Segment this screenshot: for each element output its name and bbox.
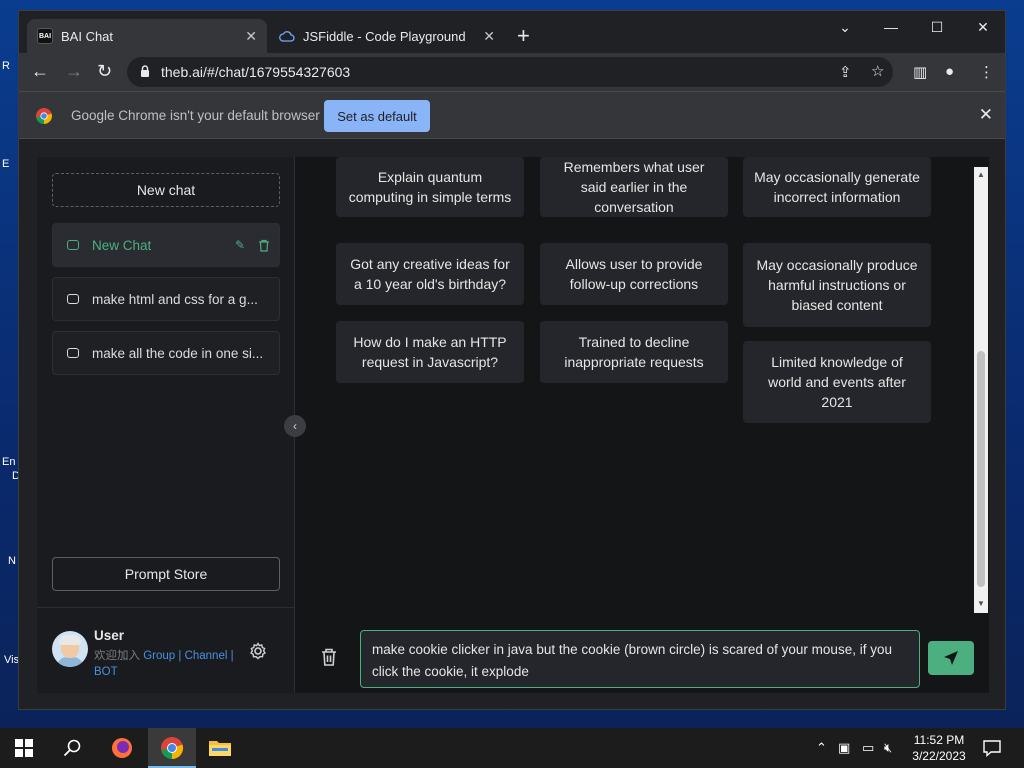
chat-item[interactable]: make html and css for a g...	[52, 277, 280, 321]
tab-strip: BAI BAI Chat ✕ JSFiddle - Code Playgroun…	[19, 11, 1005, 53]
capability-card: Remembers what user said earlier in the …	[540, 157, 728, 217]
new-chat-button[interactable]: New chat	[52, 173, 280, 207]
user-links: 欢迎加入 Group | Channel | BOT	[94, 648, 244, 680]
desktop-label: Vis	[4, 654, 20, 666]
example-card[interactable]: Got any creative ideas for a 10 year old…	[336, 243, 524, 305]
back-arrow-icon[interactable]: ←	[31, 61, 49, 81]
link-separator: |	[227, 650, 234, 662]
tab-title: JSFiddle - Code Playground	[303, 28, 466, 44]
reload-icon[interactable]: ↻	[97, 61, 112, 81]
scroll-down-arrow-icon[interactable]: ▼	[977, 599, 985, 608]
capability-card: Trained to decline inappropriate request…	[540, 321, 728, 383]
network-icon[interactable]: ▭	[862, 740, 874, 756]
tab-search-icon[interactable]: ⌄	[822, 19, 868, 36]
bai-favicon-icon: BAI	[37, 28, 53, 44]
bookmark-star-icon[interactable]: ☆	[871, 62, 884, 80]
clock-date: 3/22/2023	[912, 749, 966, 763]
notification-icon[interactable]	[982, 738, 1002, 758]
send-arrow-icon	[944, 651, 958, 665]
limitation-card: May occasionally generate incorrect info…	[743, 157, 931, 217]
windows-start-icon[interactable]	[14, 738, 34, 758]
desktop-label: E	[2, 158, 10, 170]
group-link[interactable]: Group	[143, 650, 175, 662]
user-name: User	[94, 628, 125, 643]
bot-link[interactable]: BOT	[94, 666, 118, 678]
prompt-store-button[interactable]: Prompt Store	[52, 557, 280, 591]
user-panel: User 欢迎加入 Group | Channel | BOT	[37, 607, 295, 693]
gear-icon[interactable]	[249, 642, 267, 660]
close-icon[interactable]: ✕	[483, 28, 495, 45]
input-area: make cookie clicker in java but the cook…	[296, 617, 989, 693]
share-icon[interactable]: ⇪	[839, 63, 852, 81]
chat-item-label: make all the code in one si...	[92, 345, 264, 361]
example-card[interactable]: How do I make an HTTP request in Javascr…	[336, 321, 524, 383]
avatar	[52, 631, 88, 667]
example-card[interactable]: Explain quantum computing in simple term…	[336, 157, 524, 217]
limitation-card: Limited knowledge of world and events af…	[743, 341, 931, 423]
send-button[interactable]	[928, 641, 974, 675]
maximize-button[interactable]: ☐	[914, 19, 960, 36]
tray-app-icon[interactable]: ▣	[838, 740, 850, 756]
welcome-text: 欢迎加入	[94, 650, 140, 662]
desktop-label: En	[2, 456, 16, 468]
tab-title: BAI Chat	[61, 28, 114, 44]
cloud-icon	[279, 28, 295, 44]
prompt-textarea[interactable]: make cookie clicker in java but the cook…	[360, 630, 920, 688]
edit-pencil-icon[interactable]: ✎	[235, 238, 245, 252]
bai-chat-app: New chat New Chat ✎ make html and css fo…	[37, 157, 989, 693]
minimize-button[interactable]: —	[868, 19, 914, 35]
side-panel-icon[interactable]: ▥	[913, 63, 927, 81]
sidebar: New chat New Chat ✎ make html and css fo…	[37, 157, 295, 693]
capability-card: Allows user to provide follow-up correct…	[540, 243, 728, 305]
close-window-button[interactable]: ✕	[960, 19, 1005, 36]
taskbar-clock[interactable]: 11:52 PM 3/22/2023	[906, 732, 972, 764]
new-tab-button[interactable]: +	[517, 25, 530, 47]
chrome-icon[interactable]	[160, 736, 184, 760]
tray-chevron-up-icon[interactable]: ⌃	[816, 740, 827, 756]
tab-bai-chat[interactable]: BAI BAI Chat ✕	[27, 19, 267, 53]
file-explorer-icon[interactable]	[208, 736, 232, 760]
close-icon[interactable]: ✕	[245, 28, 257, 45]
page-scrollbar[interactable]: ▲ ▼	[974, 167, 988, 613]
address-bar[interactable]: theb.ai/#/chat/1679554327603 ⇪ ☆	[127, 57, 893, 87]
chat-main: Explain quantum computing in simple term…	[296, 157, 989, 693]
chat-bubble-icon	[67, 294, 79, 304]
lock-icon	[141, 65, 149, 77]
volume-muted-icon[interactable]: 🔇︎	[884, 740, 892, 756]
tab-jsfiddle[interactable]: JSFiddle - Code Playground ✕	[269, 19, 505, 53]
default-browser-infobar: Google Chrome isn't your default browser…	[19, 91, 1005, 139]
browser-window: BAI BAI Chat ✕ JSFiddle - Code Playgroun…	[18, 10, 1006, 710]
chrome-logo-icon	[36, 108, 52, 124]
clock-time: 11:52 PM	[913, 733, 965, 747]
channel-link[interactable]: Channel	[185, 650, 228, 662]
link-separator: |	[175, 650, 185, 662]
profile-icon[interactable]: ●	[945, 63, 954, 80]
firefox-icon[interactable]	[110, 736, 134, 760]
chat-item-label: New Chat	[92, 237, 152, 253]
menu-kebab-icon[interactable]: ⋮	[979, 63, 994, 81]
limitation-card: May occasionally produce harmful instruc…	[743, 243, 931, 327]
chat-bubble-icon	[67, 240, 79, 250]
chat-item-new-chat[interactable]: New Chat ✎	[52, 223, 280, 267]
scroll-thumb[interactable]	[977, 351, 985, 587]
forward-arrow-icon[interactable]: →	[65, 61, 83, 81]
chat-item-label: make html and css for a g...	[92, 291, 258, 307]
desktop-label: N	[8, 555, 16, 567]
desktop-label: R	[2, 60, 10, 72]
infobar-message: Google Chrome isn't your default browser	[71, 108, 320, 123]
browser-toolbar: ← → ↻ theb.ai/#/chat/1679554327603 ⇪ ☆ ▥…	[19, 53, 1005, 91]
trash-icon[interactable]	[320, 647, 338, 667]
chat-item[interactable]: make all the code in one si...	[52, 331, 280, 375]
set-as-default-button[interactable]: Set as default	[324, 100, 430, 132]
chat-bubble-icon	[67, 348, 79, 358]
scroll-up-arrow-icon[interactable]: ▲	[977, 170, 985, 179]
url-text: theb.ai/#/chat/1679554327603	[161, 64, 351, 80]
search-icon[interactable]	[62, 738, 82, 758]
close-icon[interactable]: ✕	[979, 105, 993, 125]
trash-icon[interactable]	[258, 239, 270, 252]
taskbar: ⌃ ▣ ▭ 🔇︎ 11:52 PM 3/22/2023	[0, 728, 1024, 768]
